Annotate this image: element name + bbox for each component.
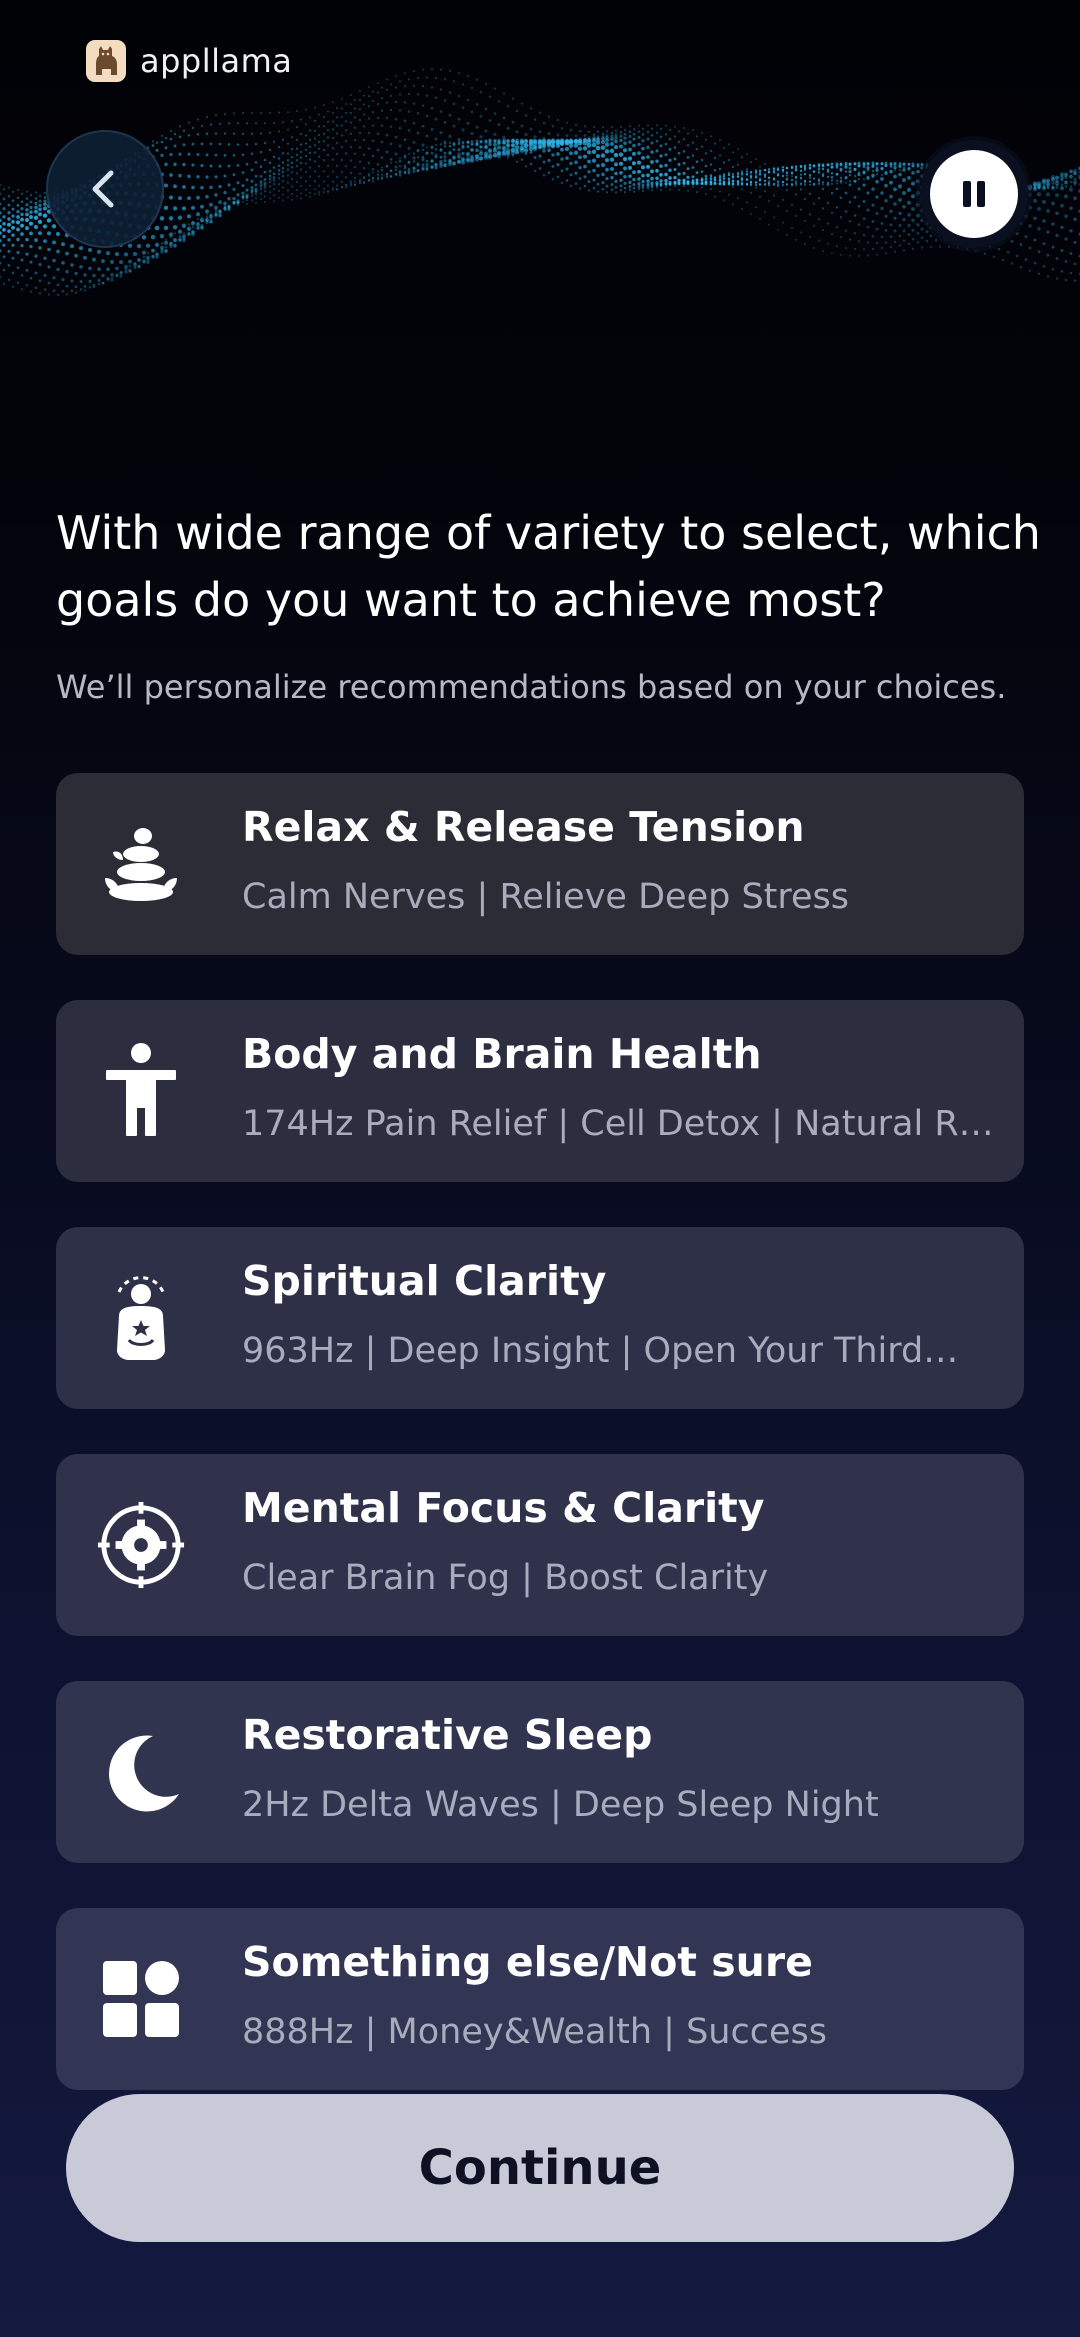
option-mental-focus-clarity[interactable]: Mental Focus & Clarity Clear Brain Fog |… — [56, 1454, 1024, 1636]
option-subtitle: 963Hz | Deep Insight | Open Your Third… — [242, 1331, 959, 1371]
option-relax-release-tension[interactable]: Relax & Release Tension Calm Nerves | Re… — [56, 773, 1024, 955]
option-title: Restorative Sleep — [242, 1711, 653, 1759]
meditation-icon — [96, 1273, 186, 1363]
option-body-brain-health[interactable]: Body and Brain Health 174Hz Pain Relief … — [56, 1000, 1024, 1182]
option-restorative-sleep[interactable]: Restorative Sleep 2Hz Delta Waves | Deep… — [56, 1681, 1024, 1863]
person-body-icon — [96, 1043, 186, 1136]
option-subtitle: 174Hz Pain Relief | Cell Detox | Natural… — [242, 1104, 994, 1144]
stacked-stones-icon — [96, 819, 186, 909]
back-button[interactable] — [46, 130, 164, 248]
option-something-else[interactable]: Something else/Not sure 888Hz | Money&We… — [56, 1908, 1024, 2090]
option-subtitle: Clear Brain Fog | Boost Clarity — [242, 1558, 769, 1598]
brand-header: appllama — [86, 40, 292, 82]
option-spiritual-clarity[interactable]: Spiritual Clarity 963Hz | Deep Insight |… — [56, 1227, 1024, 1409]
option-title: Something else/Not sure — [242, 1938, 813, 1986]
category-grid-icon — [96, 1954, 186, 2044]
option-subtitle: 2Hz Delta Waves | Deep Sleep Night — [242, 1785, 879, 1825]
llama-icon — [86, 40, 126, 82]
option-title: Body and Brain Health — [242, 1030, 762, 1078]
continue-button[interactable]: Continue — [66, 2094, 1014, 2242]
chevron-left-icon — [92, 170, 114, 208]
option-subtitle: 888Hz | Money&Wealth | Success — [242, 2012, 827, 2052]
pause-button[interactable] — [920, 140, 1028, 248]
brand-name: appllama — [140, 42, 293, 80]
question-subtitle: We’ll personalize recommendations based … — [56, 668, 1007, 706]
moon-icon — [96, 1727, 186, 1817]
question-title: With wide range of variety to select, wh… — [56, 506, 1041, 627]
option-title: Relax & Release Tension — [242, 803, 805, 851]
option-title: Spiritual Clarity — [242, 1257, 607, 1305]
focus-target-icon — [96, 1500, 186, 1590]
option-subtitle: Calm Nerves | Relieve Deep Stress — [242, 877, 850, 917]
option-title: Mental Focus & Clarity — [242, 1484, 765, 1532]
goal-options-list: Relax & Release Tension Calm Nerves | Re… — [56, 773, 1024, 2135]
pause-icon — [963, 181, 985, 207]
